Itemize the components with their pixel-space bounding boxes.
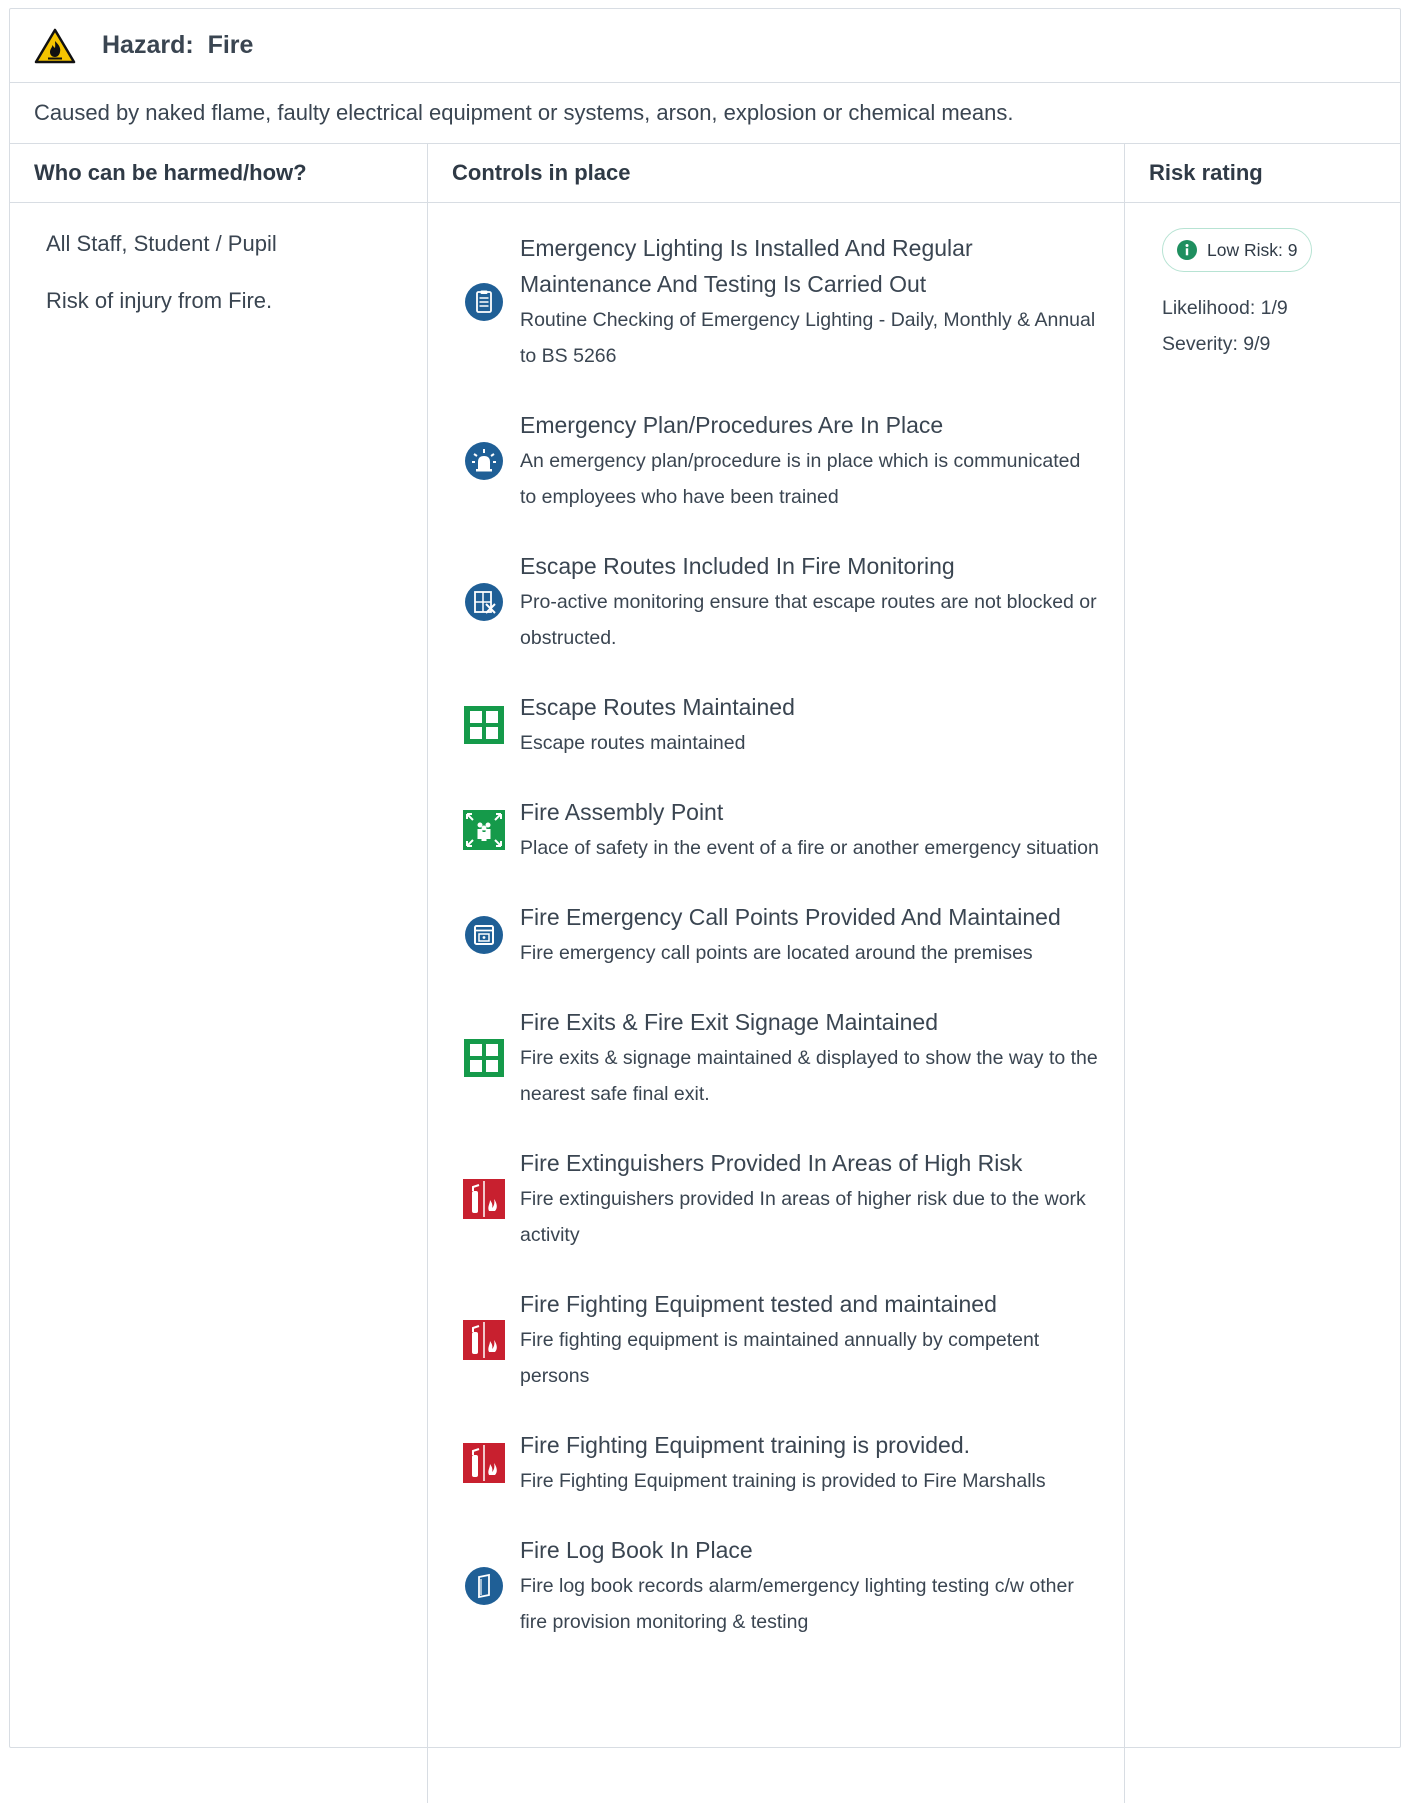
- fire-extinguisher-icon: [462, 1318, 506, 1362]
- control-description: Fire emergency call points are located a…: [520, 942, 1033, 964]
- control-title: Escape Routes Maintained: [520, 694, 795, 720]
- control-item: Fire Exits & Fire Exit Signage Maintaine…: [462, 1004, 1124, 1112]
- risk-column-header: Risk rating: [1149, 160, 1263, 185]
- info-icon: [1177, 240, 1197, 260]
- control-item: Fire Assembly Point Place of safety in t…: [462, 794, 1124, 866]
- risk-cell: Low Risk: 9 Likelihood: 1/9 Severity: 9/…: [1125, 203, 1400, 1803]
- hazard-body-row: All Staff, Student / Pupil Risk of injur…: [10, 203, 1400, 1803]
- hazard-description: Caused by naked flame, faulty electrical…: [10, 83, 1400, 144]
- control-description: Fire exits & signage maintained & displa…: [520, 1047, 1098, 1105]
- control-description: Routine Checking of Emergency Lighting -…: [520, 309, 1096, 367]
- fire-hazard-icon: [34, 28, 76, 63]
- control-title: Emergency Lighting Is Installed And Regu…: [520, 235, 973, 297]
- hazard-title: Hazard: Fire: [102, 31, 254, 59]
- control-description: Fire fighting equipment is maintained an…: [520, 1329, 1040, 1387]
- blocked-route-icon: [462, 580, 506, 624]
- control-description: Pro-active monitoring ensure that escape…: [520, 591, 1097, 649]
- siren-icon: [462, 439, 506, 483]
- control-title: Fire Fighting Equipment training is prov…: [520, 1432, 971, 1458]
- severity-value: Severity: 9/9: [1162, 333, 1271, 355]
- control-title: Fire Assembly Point: [520, 799, 724, 825]
- control-item: Fire Fighting Equipment training is prov…: [462, 1427, 1124, 1499]
- hazard-card: Hazard: Fire Caused by naked flame, faul…: [9, 8, 1401, 1803]
- likelihood-value: Likelihood: 1/9: [1162, 297, 1288, 319]
- call-point-icon: [462, 913, 506, 957]
- control-item: Emergency Lighting Is Installed And Regu…: [462, 230, 1124, 374]
- exit-door-icon: [462, 703, 506, 747]
- control-description: An emergency plan/procedure is in place …: [520, 450, 1081, 508]
- controls-cell: Emergency Lighting Is Installed And Regu…: [428, 203, 1125, 1803]
- fire-extinguisher-icon: [462, 1177, 506, 1221]
- affected-groups: All Staff, Student / Pupil: [46, 231, 277, 256]
- control-description: Fire extinguishers provided In areas of …: [520, 1188, 1086, 1246]
- risk-badge-label: Low Risk: 9: [1207, 239, 1298, 260]
- control-title: Emergency Plan/Procedures Are In Place: [520, 412, 944, 438]
- control-title: Fire Log Book In Place: [520, 1537, 753, 1563]
- control-item: Fire Log Book In Place Fire log book rec…: [462, 1532, 1124, 1640]
- assembly-point-icon: [462, 808, 506, 852]
- control-item: Emergency Plan/Procedures Are In Place A…: [462, 407, 1124, 515]
- who-cell: All Staff, Student / Pupil Risk of injur…: [10, 203, 428, 1803]
- fire-exit-icon: [462, 1036, 506, 1080]
- control-item: Fire Emergency Call Points Provided And …: [462, 899, 1124, 971]
- control-item: Fire Fighting Equipment tested and maint…: [462, 1286, 1124, 1394]
- control-item: Fire Extinguishers Provided In Areas of …: [462, 1145, 1124, 1253]
- control-title: Fire Extinguishers Provided In Areas of …: [520, 1150, 1023, 1176]
- controls-column-header: Controls in place: [428, 144, 1125, 202]
- log-book-icon: [462, 1564, 506, 1608]
- control-description: Fire log book records alarm/emergency li…: [520, 1575, 1074, 1633]
- control-item: Escape Routes Maintained Escape routes m…: [462, 689, 1124, 761]
- column-headers: Who can be harmed/how? Controls in place…: [10, 144, 1400, 203]
- hazard-header: Hazard: Fire: [10, 9, 1400, 83]
- control-item: Escape Routes Included In Fire Monitorin…: [462, 548, 1124, 656]
- control-title: Fire Emergency Call Points Provided And …: [520, 904, 1061, 930]
- risk-badge: Low Risk: 9: [1162, 228, 1313, 272]
- fire-extinguisher-icon: [462, 1441, 506, 1485]
- control-description: Escape routes maintained: [520, 732, 746, 754]
- control-title: Fire Exits & Fire Exit Signage Maintaine…: [520, 1009, 939, 1035]
- who-column-header: Who can be harmed/how?: [10, 144, 428, 202]
- control-description: Fire Fighting Equipment training is prov…: [520, 1470, 1046, 1492]
- risk-of-injury: Risk of injury from Fire.: [46, 288, 273, 313]
- clipboard-icon: [462, 280, 506, 324]
- control-title: Escape Routes Included In Fire Monitorin…: [520, 553, 955, 579]
- control-description: Place of safety in the event of a fire o…: [520, 837, 1099, 859]
- control-title: Fire Fighting Equipment tested and maint…: [520, 1291, 997, 1317]
